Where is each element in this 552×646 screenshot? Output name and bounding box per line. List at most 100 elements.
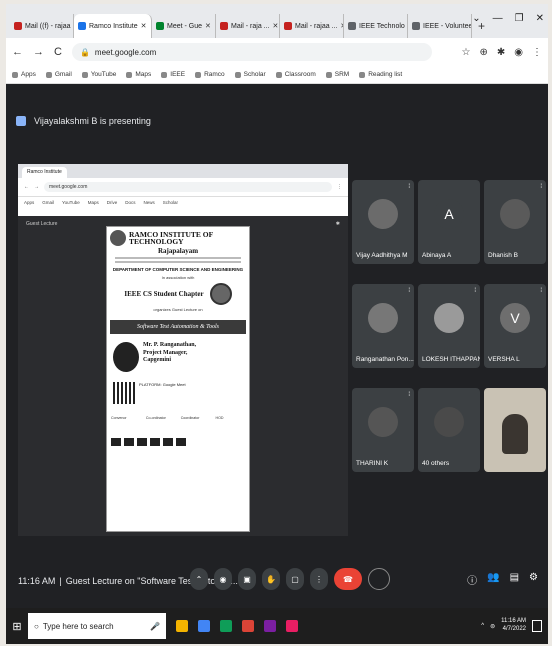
participant-avatar — [500, 198, 530, 229]
participant-tile[interactable]: Ranganathan Pon... ⁞ — [352, 284, 414, 368]
taskbar-app-icon[interactable] — [176, 620, 188, 632]
activity-ring-button[interactable] — [368, 568, 390, 590]
browser-tab[interactable]: Meet - Gue ✕ — [152, 14, 216, 38]
participant-tile[interactable]: LOKESH ITHAPPAN ⁞ — [418, 284, 480, 368]
bookmark-item[interactable]: YouTube — [81, 71, 116, 78]
side-controls: ⓘ 👥 ▤ ⚙ — [467, 572, 538, 587]
captions-button[interactable]: ⌃ — [190, 568, 208, 590]
toolbar-icons: ☆ ⊕ ✱ ◉ ⋮ — [462, 47, 542, 58]
shared-tab-strip: Ramco Institute — [18, 164, 348, 178]
system-clock[interactable]: 11:16 AM 4/7/2022 — [501, 618, 526, 634]
bookmark-label: Maps — [135, 71, 152, 78]
bookmark-item[interactable]: Maps — [126, 71, 151, 78]
maximize-icon[interactable]: ❐ — [515, 13, 524, 24]
participant-tile[interactable]: A Abinaya A — [418, 180, 480, 264]
people-icon[interactable]: 👥 — [487, 572, 499, 587]
puzzle-icon[interactable]: ✱ — [497, 47, 505, 58]
mic-status-icon: ⁞ — [540, 288, 542, 294]
bookmark-icon — [126, 71, 133, 78]
sponsor-logo-icon — [163, 438, 173, 446]
participant-tile[interactable] — [484, 388, 546, 472]
tab-close-icon[interactable]: ✕ — [205, 22, 211, 30]
participant-name: VERSHA L — [488, 356, 520, 363]
bookmark-item[interactable]: Classroom — [275, 71, 316, 78]
windows-start-icon[interactable]: ⊞ — [6, 620, 28, 633]
participant-tile[interactable]: 40 others — [418, 388, 480, 472]
browser-tab[interactable]: Ramco Institute ✕ — [74, 14, 152, 38]
minimize-icon[interactable]: — — [493, 13, 503, 24]
participant-avatar — [368, 198, 398, 229]
participant-avatar: V — [500, 302, 530, 333]
end-call-button[interactable]: ☎ — [334, 568, 362, 590]
participant-tile[interactable]: THARINI K ⁞ — [352, 388, 414, 472]
speaker-details: Mr. P. Ranganathan, Project Manager, Cap… — [143, 342, 196, 365]
poster-line — [115, 257, 241, 259]
taskbar-app-icon[interactable] — [264, 620, 276, 632]
tab-label: Meet - Gue — [167, 22, 203, 30]
bookmark-label: Apps — [21, 71, 36, 78]
bookmark-item[interactable]: Scholar — [234, 71, 266, 78]
more-options-button[interactable]: ⋮ — [310, 568, 328, 590]
clock-date: 4/7/2022 — [502, 626, 526, 632]
taskbar-app-icon[interactable] — [242, 620, 254, 632]
extension-icon[interactable]: ⊕ — [479, 47, 487, 58]
screen-button[interactable]: ▢ — [286, 568, 304, 590]
meeting-details-icon[interactable]: ⓘ — [467, 572, 477, 587]
chat-icon[interactable]: ▤ — [510, 572, 519, 587]
activities-icon[interactable]: ⚙ — [529, 572, 538, 587]
browser-tab[interactable]: Mail - rajaa ...✕ — [280, 14, 344, 38]
back-icon[interactable]: ← — [12, 46, 23, 58]
bookmark-star-icon[interactable]: ☆ — [462, 47, 471, 58]
raise-hand-button[interactable]: ✋ — [262, 568, 280, 590]
camera-button[interactable]: ◉ — [214, 568, 232, 590]
bookmark-item[interactable]: Reading list — [359, 71, 402, 78]
forward-icon[interactable]: → — [33, 46, 44, 58]
browser-tab[interactable]: Mail - raja ... ✕ — [216, 14, 280, 38]
participant-tile[interactable]: Dhanish B ⁞ — [484, 180, 546, 264]
menu-icon[interactable]: ⋮ — [532, 47, 542, 58]
close-icon[interactable]: ✕ — [536, 13, 544, 24]
network-icon[interactable]: ⊜ — [490, 623, 495, 630]
tab-search-icon[interactable]: ⌄ — [472, 13, 480, 24]
bookmark-item[interactable]: Apps — [12, 71, 36, 78]
taskbar-app-icon[interactable] — [198, 620, 210, 632]
bookmark-item[interactable]: SRM — [325, 71, 349, 78]
bookmark-icon — [325, 71, 332, 78]
bookmark-item[interactable]: Gmail — [45, 71, 72, 78]
tab-close-icon[interactable]: ✕ — [141, 22, 147, 30]
bookmark-item[interactable]: IEEE — [161, 71, 185, 78]
bookmark-icon — [12, 71, 18, 78]
browser-tab[interactable]: IEEE Technolo✕ — [344, 14, 408, 38]
tray-up-icon[interactable]: ^ — [481, 623, 484, 629]
participant-video — [502, 414, 528, 455]
college-name: RAMCO INSTITUTE OF TECHNOLOGY — [129, 229, 213, 246]
presenting-banner: Vijayalakshmi B is presenting — [16, 116, 151, 126]
windows-taskbar: ⊞ ○ Type here to search 🎤 ^ ⊜ 11:16 AM 4… — [6, 608, 548, 644]
notification-icon[interactable] — [532, 620, 542, 632]
sponsor-logo-icon — [150, 438, 160, 446]
department-name: DEPARTMENT OF COMPUTER SCIENCE AND ENGIN… — [112, 267, 244, 272]
qr-code-icon — [113, 382, 135, 404]
search-icon: ○ — [34, 621, 39, 631]
tab-close-icon[interactable]: ✕ — [273, 22, 279, 30]
profile-icon[interactable]: ◉ — [514, 47, 523, 58]
mic-status-icon: ⁞ — [540, 184, 542, 190]
participant-tile[interactable]: V VERSHA L ⁞ — [484, 284, 546, 368]
taskbar-search[interactable]: ○ Type here to search 🎤 — [28, 613, 166, 639]
tab-label: Mail - raja ... — [231, 22, 270, 30]
tab-favicon-icon — [156, 22, 164, 30]
browser-tab[interactable]: Mail ((f) - rajaa✕ — [10, 14, 74, 38]
tab-label: Ramco Institute — [89, 22, 138, 30]
browser-tab[interactable]: IEEE - Volunteer✕ — [408, 14, 472, 38]
shared-bookmark: Docs — [125, 200, 136, 205]
shared-url: meet.google.com — [44, 182, 332, 192]
present-button[interactable]: ▣ — [238, 568, 256, 590]
reload-icon[interactable]: C — [54, 46, 62, 58]
taskbar-app-icon[interactable] — [220, 620, 232, 632]
bookmark-item[interactable]: Ramco — [195, 71, 225, 78]
presentation-view[interactable]: Ramco Institute ← → meet.google.com ⋮ Ap… — [18, 164, 348, 536]
participant-tile[interactable]: Vijay Aadhithya M ⁞ — [352, 180, 414, 264]
address-bar[interactable]: 🔒 meet.google.com — [71, 43, 432, 61]
presenting-text: Vijayalakshmi B is presenting — [34, 116, 151, 126]
taskbar-app-icon[interactable] — [286, 620, 298, 632]
